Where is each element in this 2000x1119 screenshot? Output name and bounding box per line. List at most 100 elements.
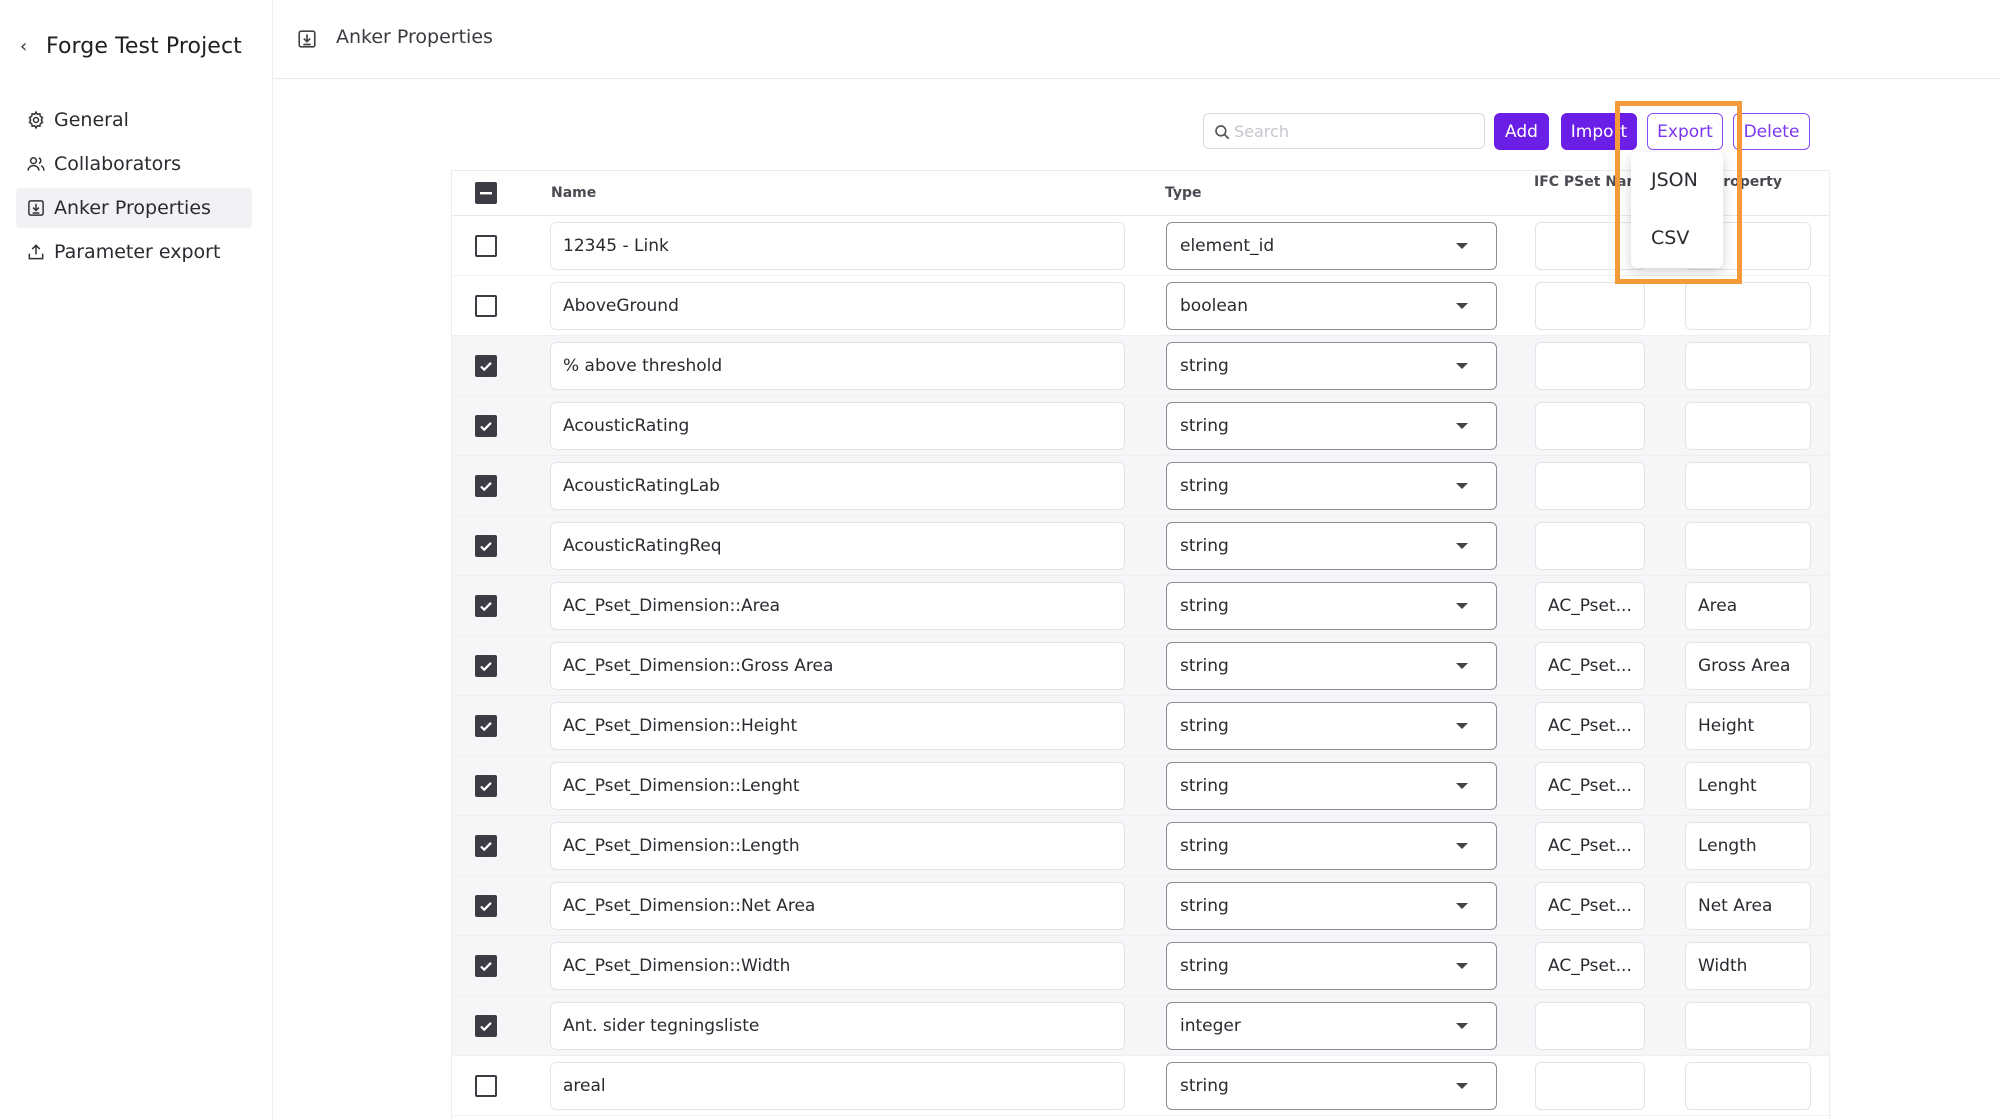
name-input[interactable]: AC_Pset_Dimension::Height (550, 702, 1125, 750)
property-name-input[interactable] (1685, 522, 1811, 570)
search-box[interactable] (1203, 113, 1485, 149)
property-name-input[interactable] (1685, 1002, 1811, 1050)
name-input[interactable]: AC_Pset_Dimension::Lenght (550, 762, 1125, 810)
type-select[interactable]: string (1166, 582, 1497, 630)
type-select-value: string (1180, 476, 1229, 496)
row-checkbox[interactable] (475, 835, 497, 857)
back-to-project[interactable]: ‹ Forge Test Project (20, 30, 242, 62)
property-name-input[interactable] (1685, 282, 1811, 330)
pset-name-input[interactable] (1535, 402, 1645, 450)
row-checkbox[interactable] (475, 1075, 497, 1097)
name-input[interactable]: AcousticRatingLab (550, 462, 1125, 510)
property-name-input[interactable]: Height (1685, 702, 1811, 750)
row-checkbox[interactable] (475, 535, 497, 557)
page-title: Anker Properties (336, 26, 493, 48)
type-select[interactable]: string (1166, 342, 1497, 390)
type-select[interactable]: string (1166, 882, 1497, 930)
table-row: AC_Pset_Dimension::Height string AC_Pset..… (452, 696, 1829, 756)
chevron-down-icon (1456, 423, 1468, 429)
pset-name-input[interactable]: AC_Pset... (1535, 942, 1645, 990)
export-csv-option[interactable]: CSV (1631, 214, 1723, 262)
sidebar-item-parameter-export[interactable]: Parameter export (16, 232, 252, 272)
row-checkbox[interactable] (475, 715, 497, 737)
gear-icon (28, 110, 44, 130)
property-name-input[interactable]: Net Area (1685, 882, 1811, 930)
property-name-input[interactable] (1685, 1062, 1811, 1110)
row-checkbox[interactable] (475, 415, 497, 437)
pset-name-input[interactable] (1535, 282, 1645, 330)
pset-name-input[interactable]: AC_Pset... (1535, 822, 1645, 870)
type-select[interactable]: string (1166, 522, 1497, 570)
delete-button[interactable]: Delete (1733, 113, 1810, 150)
pset-name-input[interactable]: AC_Pset... (1535, 582, 1645, 630)
pset-name-input[interactable]: AC_Pset... (1535, 762, 1645, 810)
name-input[interactable]: AC_Pset_Dimension::Area (550, 582, 1125, 630)
type-select[interactable]: string (1166, 822, 1497, 870)
search-input[interactable] (1234, 116, 1480, 146)
export-button[interactable]: Export (1647, 113, 1723, 150)
minus-icon (480, 192, 492, 195)
sidebar-item-anker-properties[interactable]: Anker Properties (16, 188, 252, 228)
row-checkbox[interactable] (475, 355, 497, 377)
pset-name-input[interactable] (1535, 1062, 1645, 1110)
type-select[interactable]: string (1166, 942, 1497, 990)
sidebar-item-general[interactable]: General (16, 100, 252, 140)
row-checkbox[interactable] (475, 235, 497, 257)
row-checkbox[interactable] (475, 1015, 497, 1037)
property-name-input[interactable]: Width (1685, 942, 1811, 990)
pset-name-input[interactable] (1535, 1002, 1645, 1050)
name-input[interactable]: % above threshold (550, 342, 1125, 390)
property-name-input[interactable]: Gross Area (1685, 642, 1811, 690)
type-select[interactable]: string (1166, 642, 1497, 690)
row-checkbox[interactable] (475, 295, 497, 317)
type-select[interactable]: string (1166, 762, 1497, 810)
pset-name-input[interactable]: AC_Pset... (1535, 882, 1645, 930)
property-name-input[interactable] (1685, 462, 1811, 510)
row-checkbox[interactable] (475, 475, 497, 497)
download-box-icon (28, 200, 44, 216)
property-name-input[interactable]: Area (1685, 582, 1811, 630)
name-input[interactable]: AcousticRating (550, 402, 1125, 450)
property-name-input[interactable] (1685, 342, 1811, 390)
row-checkbox[interactable] (475, 655, 497, 677)
pset-name-input[interactable] (1535, 222, 1645, 270)
sidebar-item-collaborators[interactable]: Collaborators (16, 144, 252, 184)
pset-name-input[interactable] (1535, 462, 1645, 510)
pset-name-input[interactable] (1535, 342, 1645, 390)
property-name-input[interactable]: Lenght (1685, 762, 1811, 810)
property-name-input[interactable] (1685, 402, 1811, 450)
row-checkbox[interactable] (475, 775, 497, 797)
row-checkbox[interactable] (475, 595, 497, 617)
export-json-option[interactable]: JSON (1631, 156, 1723, 204)
name-input[interactable]: 12345 - Link (550, 222, 1125, 270)
name-input[interactable]: AcousticRatingReq (550, 522, 1125, 570)
name-input[interactable]: AC_Pset_Dimension::Gross Area (550, 642, 1125, 690)
select-all-checkbox[interactable] (475, 182, 497, 204)
name-input[interactable]: AC_Pset_Dimension::Length (550, 822, 1125, 870)
table-row: AC_Pset_Dimension::Length string AC_Pset..… (452, 816, 1829, 876)
type-select[interactable]: string (1166, 702, 1497, 750)
type-select-value: string (1180, 356, 1229, 376)
pset-name-input[interactable]: AC_Pset... (1535, 642, 1645, 690)
property-name-input[interactable]: Length (1685, 822, 1811, 870)
pset-name-input[interactable]: AC_Pset... (1535, 702, 1645, 750)
row-checkbox[interactable] (475, 895, 497, 917)
chevron-down-icon (1456, 303, 1468, 309)
type-select[interactable]: string (1166, 462, 1497, 510)
pset-name-input[interactable] (1535, 522, 1645, 570)
name-input[interactable]: Ant. sider tegningsliste (550, 1002, 1125, 1050)
type-select[interactable]: boolean (1166, 282, 1497, 330)
type-select[interactable]: string (1166, 1062, 1497, 1110)
row-checkbox[interactable] (475, 955, 497, 977)
type-select-value: string (1180, 776, 1229, 796)
type-select[interactable]: string (1166, 402, 1497, 450)
add-button[interactable]: Add (1494, 113, 1549, 150)
name-input[interactable]: AC_Pset_Dimension::Net Area (550, 882, 1125, 930)
import-button[interactable]: Import (1561, 113, 1637, 150)
name-input[interactable]: areal (550, 1062, 1125, 1110)
type-select[interactable]: element_id (1166, 222, 1497, 270)
column-header-type: Type (1165, 185, 1202, 201)
name-input[interactable]: AC_Pset_Dimension::Width (550, 942, 1125, 990)
name-input[interactable]: AboveGround (550, 282, 1125, 330)
type-select[interactable]: integer (1166, 1002, 1497, 1050)
